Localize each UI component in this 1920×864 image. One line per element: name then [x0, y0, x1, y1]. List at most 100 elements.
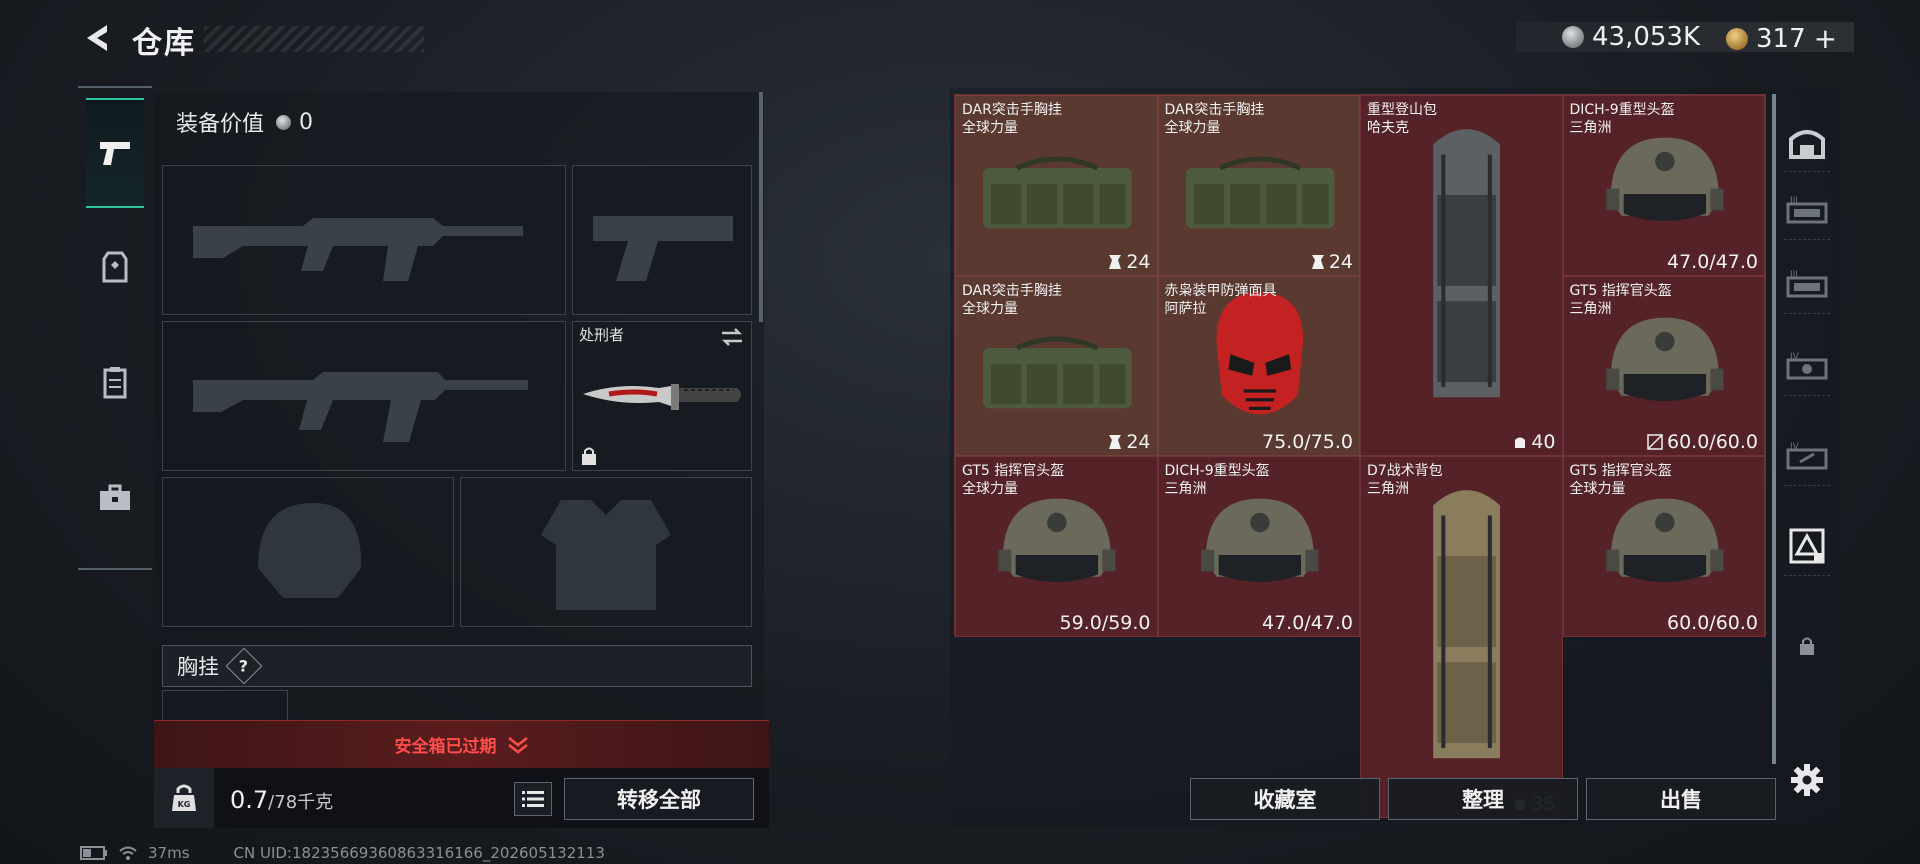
pistol-silhouette-icon — [593, 216, 733, 281]
lock-icon — [1800, 637, 1814, 655]
swap-icon[interactable] — [719, 326, 745, 348]
tab-case[interactable] — [86, 443, 144, 553]
silver-amount: 43,053K — [1592, 22, 1701, 52]
body-armor-slot[interactable] — [460, 477, 752, 627]
pistol-icon — [100, 142, 130, 165]
item-faction: 全球力量 — [962, 481, 1018, 498]
help-button[interactable]: ? — [225, 647, 263, 685]
tab-storage-3[interactable]: IV — [1784, 336, 1830, 396]
melee-slot[interactable]: 处刑者 — [572, 321, 752, 471]
tab-rig[interactable] — [86, 328, 144, 438]
storage-item[interactable]: DAR突击手胸挂 全球力量 24 — [955, 275, 1158, 457]
item-faction: 全球力量 — [962, 120, 1018, 136]
chest-rig-icon — [982, 336, 1132, 409]
settings-button[interactable] — [1784, 750, 1830, 810]
item-name: D7战术背包 — [1367, 463, 1443, 480]
storage-item[interactable]: GT5 指挥官头盔 全球力量 59.0/59.0 — [955, 456, 1158, 637]
svg-text:IV: IV — [1790, 352, 1800, 362]
tab-storage-5[interactable] — [1784, 516, 1830, 576]
secondary-weapon-slot[interactable] — [572, 165, 752, 315]
tab-locked[interactable] — [1784, 616, 1830, 676]
chest-rig-section: 胸挂 ? — [162, 645, 752, 687]
svg-text:KG: KG — [178, 800, 191, 809]
melee-name: 处刑者 — [579, 326, 625, 344]
gold-currency[interactable]: 317 + — [1726, 22, 1837, 55]
loadout-scrollbar[interactable] — [759, 92, 763, 322]
tab-armor[interactable] — [86, 213, 144, 323]
helmet-silhouette-icon — [258, 503, 362, 598]
shelf-icon: III — [1786, 270, 1828, 297]
equip-value-amount: 0 — [299, 109, 314, 135]
back-button[interactable] — [78, 20, 114, 56]
gold-amount: 317 — [1756, 23, 1806, 54]
collection-room-button[interactable]: 收藏室 — [1190, 778, 1380, 820]
storage-item[interactable]: GT5 指挥官头盔 全球力量 60.0/60.0 — [1562, 456, 1765, 637]
silver-coin-icon — [1562, 26, 1584, 48]
item-name: DICH-9重型头盔 — [1569, 102, 1675, 118]
storage-item[interactable]: 赤枭装甲防弹面具 阿萨拉 75.0/75.0 — [1157, 275, 1360, 457]
tab-storage-1[interactable]: III — [1784, 180, 1830, 240]
loadout-tabs — [78, 86, 152, 570]
helmet-icon — [998, 498, 1116, 582]
double-chevron-down-icon — [507, 736, 528, 754]
storage-scrollbar[interactable] — [1772, 94, 1776, 764]
equip-value-label: 装备价值 — [176, 112, 265, 137]
backpack-capacity-icon — [1515, 437, 1526, 449]
storage-item[interactable]: DAR突击手胸挂 全球力量 24 — [955, 95, 1158, 276]
helmet-slot[interactable] — [162, 477, 454, 627]
transfer-all-button[interactable]: 转移全部 — [564, 778, 754, 820]
no-repair-icon — [1647, 434, 1663, 451]
back-arrow-icon — [87, 25, 107, 51]
item-name: 赤枭装甲防弹面具 — [1164, 282, 1277, 299]
warehouse-icon — [1789, 129, 1825, 159]
helmet-icon — [1606, 137, 1724, 221]
tab-storage-4[interactable]: IV — [1784, 426, 1830, 486]
shelf-icon: III — [1786, 196, 1828, 223]
item-value: 59.0/59.0 — [1059, 611, 1151, 634]
item-value: 47.0/47.0 — [1261, 611, 1353, 634]
equip-value: 装备价值 0 — [176, 106, 313, 138]
knife-icon — [583, 384, 741, 410]
page-title: 仓库 — [132, 26, 196, 61]
chest-rig-icon — [982, 156, 1132, 229]
tab-all-storage[interactable] — [1784, 112, 1830, 172]
item-value: 60.0/60.0 — [1666, 611, 1758, 634]
item-faction: 三角洲 — [1569, 300, 1612, 317]
svg-text:IV: IV — [1790, 442, 1800, 452]
organize-button[interactable]: 整理 — [1388, 778, 1578, 820]
storage-grid: DAR突击手胸挂 全球力量 24 DAR突击手胸挂 全球力量 24 重型登山包 哈夫克 40 DI… — [954, 94, 1766, 818]
storage-item[interactable]: DICH-9重型头盔 三角洲 47.0/47.0 — [1562, 95, 1765, 276]
storage-item[interactable]: DAR突击手胸挂 全球力量 24 — [1157, 95, 1360, 276]
grid-box-icon — [1789, 528, 1825, 563]
briefcase-icon — [100, 484, 130, 510]
rig-capacity-icon — [1311, 254, 1324, 269]
safebox-expired-banner[interactable]: 安全箱已过期 — [154, 720, 769, 768]
armor-silhouette-icon — [541, 500, 671, 610]
chest-rig-slot[interactable] — [162, 690, 288, 722]
tab-weapons[interactable] — [86, 98, 144, 208]
shelf-icon: IV — [1786, 442, 1828, 469]
primary-weapon-slot[interactable] — [162, 165, 566, 315]
weight-current: 0.7 — [230, 786, 269, 814]
svg-text:III: III — [1790, 196, 1798, 206]
storage-item[interactable]: DICH-9重型头盔 三角洲 47.0/47.0 — [1157, 456, 1360, 637]
primary-weapon-slot-2[interactable] — [162, 321, 566, 471]
item-value: 24 — [1311, 251, 1353, 273]
tab-storage-2[interactable]: III — [1784, 254, 1830, 314]
sell-button[interactable]: 出售 — [1586, 778, 1776, 820]
storage-item[interactable]: 重型登山包 哈夫克 40 — [1360, 95, 1563, 457]
safebox-expired-text: 安全箱已过期 — [394, 737, 497, 757]
item-faction: 阿萨拉 — [1164, 300, 1207, 317]
list-view-button[interactable] — [514, 782, 552, 816]
gold-coin-icon — [1726, 27, 1748, 50]
storage-item[interactable]: GT5 指挥官头盔 三角洲 60.0/60.0 — [1562, 275, 1765, 457]
list-icon — [522, 791, 544, 807]
storage-item[interactable]: D7战术背包三角洲35 — [1360, 456, 1563, 818]
title-decoration — [204, 26, 424, 52]
gear-icon — [1791, 764, 1823, 796]
weight-readout: 0.7/78千克 — [230, 786, 333, 814]
item-name: DAR突击手胸挂 — [962, 282, 1062, 299]
svg-text:III: III — [1790, 270, 1798, 280]
gold-plus-button[interactable]: + — [1814, 22, 1837, 55]
item-name: 重型登山包 — [1367, 102, 1437, 118]
